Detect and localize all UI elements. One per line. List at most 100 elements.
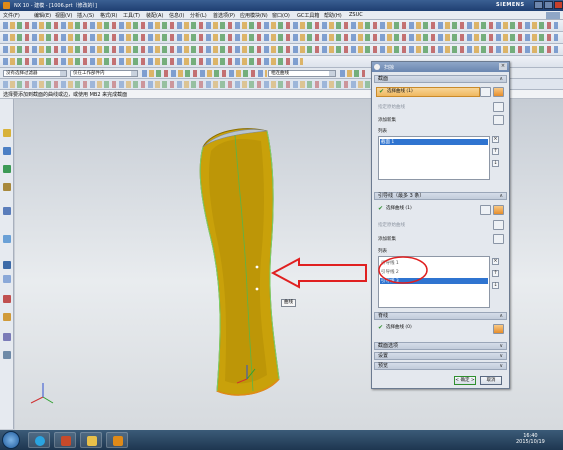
guide-move-down-button[interactable]: ↓ [492,282,499,289]
menu-view[interactable]: 视图(V) [55,12,72,19]
menu-file[interactable]: 文件(F) [3,12,20,19]
menu-help[interactable]: 帮助(H) [324,12,342,19]
web-browser-icon[interactable] [3,235,11,243]
start-button[interactable] [2,431,20,449]
add-new-set-button[interactable] [493,115,504,125]
section-options-header[interactable]: 截面选项 ∨ [374,342,507,350]
guides-specify-origin[interactable]: 指定原始曲线 [378,222,405,228]
resource-bar [0,99,14,429]
history-icon[interactable] [3,261,11,269]
minimize-button[interactable] [534,1,543,9]
origin-curve-button[interactable] [493,102,504,112]
section-list[interactable]: 截面 1 [378,136,490,180]
taskbar-app-browser[interactable] [54,432,76,448]
section-group-header[interactable]: 截面 ∧ [374,75,507,83]
process-studio-icon[interactable] [3,295,11,303]
guide-remove-button[interactable]: × [492,258,499,265]
hd3d-tools-icon[interactable] [3,207,11,215]
section-add-new-set[interactable]: 添加新集 [378,117,396,123]
guides-add-new-set[interactable]: 添加新集 [378,236,396,242]
reuse-library-icon[interactable] [3,183,11,191]
spine-select-curve[interactable]: ✔ 选择曲线 (0) [376,324,480,334]
settings-header[interactable]: 设置 ∨ [374,352,507,360]
guide-move-up-button[interactable]: ↑ [492,270,499,277]
filter-extra-icons[interactable] [340,70,365,77]
toolbar-icons-1[interactable] [3,22,558,29]
chevron-up-icon: ∧ [499,76,503,82]
menu-zsuc[interactable]: ZSUC [349,12,363,18]
preview-header[interactable]: 预览 ∨ [374,362,507,370]
guide-point [255,265,259,269]
scope-filter-select[interactable]: 仅在工作部件内 [70,70,138,77]
spine-curve-rule-button[interactable] [493,324,504,334]
toolbar-row-1 [0,20,563,32]
menu-edit[interactable]: 编辑(E) [34,12,51,19]
move-down-button[interactable]: ↓ [492,160,499,167]
section-select-curve[interactable]: ✔ 选择曲线 (1) [376,87,480,97]
section-list-item[interactable]: 截面 1 [380,139,488,145]
system-materials-icon[interactable] [3,275,11,283]
curve-rule-value: 相连曲线 [271,71,289,76]
move-up-button[interactable]: ↑ [492,148,499,155]
close-button[interactable] [554,1,563,9]
spine-group-header[interactable]: 脊线 ∧ [374,312,507,320]
system-scenes-icon[interactable] [3,351,11,359]
menu-format[interactable]: 格式(R) [100,12,117,19]
curve-rule-button[interactable] [493,87,504,97]
taskbar-app-explorer[interactable] [80,432,102,448]
system-clock[interactable]: 16:40 2015/10/19 [516,433,545,445]
remove-item-button[interactable]: × [492,136,499,143]
menu-applications[interactable]: 应用模块(N) [240,12,268,19]
maximize-button[interactable] [544,1,553,9]
chevron-down-icon: ∨ [499,343,503,349]
toolbar-icons-4[interactable] [3,58,303,65]
taskbar-app-skype[interactable] [28,432,50,448]
guide-reverse-button[interactable] [480,205,491,215]
menu-info[interactable]: 信息(I) [169,12,184,19]
menu-preferences[interactable]: 首选项(P) [213,12,235,19]
window-controls [534,1,563,9]
curve-rule-select[interactable]: 相连曲线 [268,70,336,77]
menu-gc-toolbox[interactable]: GC工具箱 [297,12,319,19]
menu-bar: 文件(F) 编辑(E) 视图(V) 插入(S) 格式(R) 工具(T) 装配(A… [0,11,563,20]
search-command-icon[interactable] [546,12,560,19]
red-arrow-annotation [270,257,367,289]
section-specify-origin[interactable]: 指定原始曲线 [378,104,405,110]
roles-icon[interactable] [3,333,11,341]
reverse-direction-button[interactable] [480,87,491,97]
toolbar-row-2 [0,32,563,44]
siemens-brand: SIEMENS [496,2,525,8]
manufacturing-wizard-icon[interactable] [3,313,11,321]
guide-curve-rule-button[interactable] [493,205,504,215]
chevron-down-icon [329,71,335,76]
snap-point-icons[interactable] [3,81,373,88]
nx-icon [113,436,123,446]
part-navigator-icon[interactable] [3,165,11,173]
guides-group-header[interactable]: 引导线（最多 3 条） ∧ [374,192,507,200]
section-list-header: 列表 [378,129,387,134]
type-filter-select[interactable]: 没有选择过滤器 [3,70,67,77]
chevron-down-icon [60,71,66,76]
menu-assembly[interactable]: 装配(A) [146,12,163,19]
constraint-navigator-icon[interactable] [3,147,11,155]
toolbar-icons-3[interactable] [3,46,558,53]
menu-tools[interactable]: 工具(T) [123,12,140,19]
menu-window[interactable]: 窗口(O) [272,12,290,19]
browser-icon [61,436,71,446]
guides-select-curve[interactable]: ✔ 选择曲线 (1) [376,205,480,215]
assembly-navigator-icon[interactable] [3,129,11,137]
dialog-close-button[interactable]: × [499,63,507,70]
taskbar-app-nx[interactable] [106,432,128,448]
guide-origin-button[interactable] [493,220,504,230]
menu-insert[interactable]: 插入(S) [77,12,94,19]
ok-button[interactable]: < 确定 > [454,376,476,385]
spine-group-label: 脊线 [378,313,389,319]
filter-icons[interactable] [142,70,267,77]
cancel-button[interactable]: 取消 [480,376,502,385]
toolbar-row-3 [0,44,563,56]
menu-analysis[interactable]: 分析(L) [190,12,207,19]
toolbar-icons-2[interactable] [3,34,558,41]
window-title-bar: NX 10 - 建模 - [1006.prt（修改的）] SIEMENS [0,0,563,11]
gear-icon[interactable] [374,64,380,70]
guide-add-new-set-button[interactable] [493,234,504,244]
